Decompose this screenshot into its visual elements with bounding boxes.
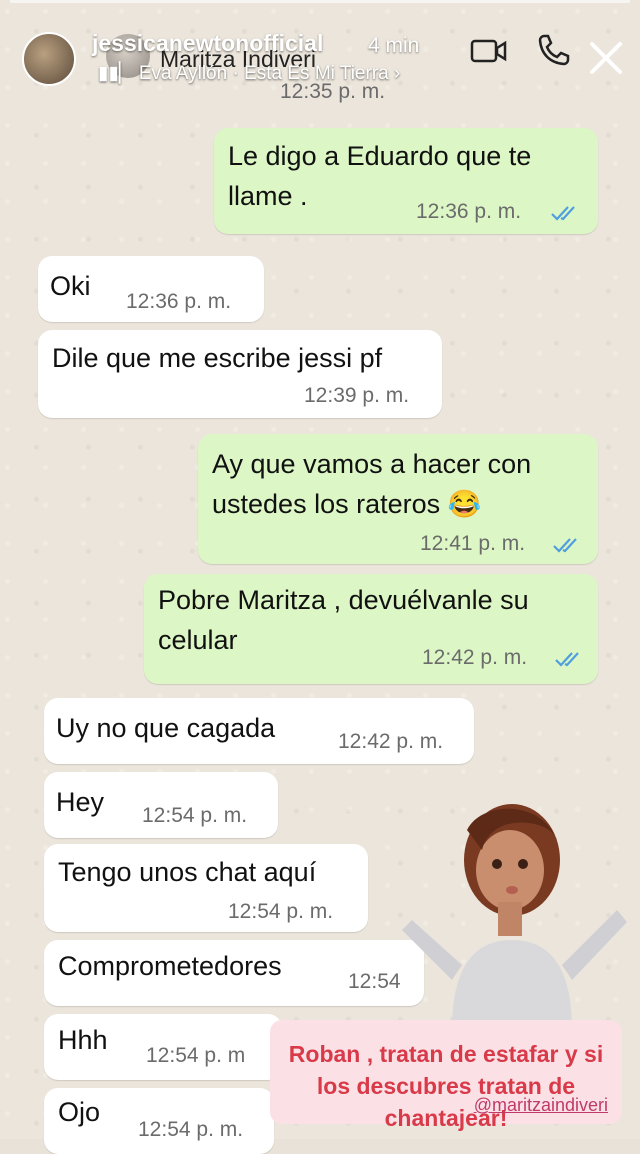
mention-handle[interactable]: @maritzaindiveri [474,1095,608,1116]
caption-sticker[interactable]: Roban , tratan de estafar y si los descu… [270,1020,622,1131]
message-text: Ojo [58,1097,101,1127]
message-text: Uy no que cagada [56,713,276,743]
message-text: Hey [56,787,105,817]
story-avatar[interactable] [22,32,76,86]
read-receipt-icon [555,652,579,667]
message-bubble-outgoing[interactable]: Le digo a Eduardo que te llame . 12:36 p… [214,128,598,234]
music-icon: ▮▮▏ [98,63,134,84]
message-bubble-incoming[interactable]: Tengo unos chat aquí 12:54 p. m. [44,844,368,932]
message-text: Ay que vamos a hacer con ustedes los rat… [212,449,532,519]
message-bubble-outgoing[interactable]: Ay que vamos a hacer con ustedes los rat… [198,434,598,564]
close-icon[interactable] [588,40,624,76]
message-time: 12:36 p. m. [126,290,232,313]
chevron-right-icon: › [394,63,401,84]
message-text: Dile que me escribe jessi pf [52,343,383,373]
video-camera-icon[interactable] [470,36,508,66]
read-receipt-icon [551,206,575,221]
message-bubble-incoming[interactable]: Oki 12:36 p. m. [38,256,264,322]
message-text: Oki [50,271,91,301]
message-time: 12:39 p. m. [304,384,410,407]
message-bubble-incoming[interactable]: Ojo 12:54 p. m. [44,1088,274,1154]
message-bubble-incoming[interactable]: Dile que me escribe jessi pf 12:39 p. m. [38,330,442,418]
read-receipt-icon [553,538,577,553]
message-time: 12:54 p. m. [228,900,334,923]
caption-text: Roban , tratan de estafar y si los descu… [288,1041,604,1131]
message-time: 12:42 p. m. [422,646,528,669]
message-time: 12:35 p. m. [280,80,386,103]
message-text: Comprometedores [58,951,282,981]
message-bubble-incoming[interactable]: Uy no que cagada 12:42 p. m. [44,698,474,764]
message-time: 12:41 p. m. [420,532,526,555]
shrugging-woman-sticker [402,804,627,1030]
story-time: 4 min [368,34,420,57]
message-time: 12:36 p. m. [416,200,522,223]
message-time: 12:54 p. m. [142,804,248,827]
phone-icon[interactable] [536,32,572,68]
message-text: Tengo unos chat aquí [58,857,317,887]
message-time: 12:54 p. m. [138,1118,244,1141]
story-username[interactable]: jessicanewtonofficial [92,30,323,57]
message-bubble-outgoing[interactable]: Pobre Maritza , devuélvanle su celular 1… [144,574,598,684]
message-text: Hhh [58,1025,108,1055]
story-progress-bar [10,0,630,3]
message-bubble-incoming[interactable]: Hey 12:54 p. m. [44,772,278,838]
message-bubble-incoming[interactable]: Hhh 12:54 p. m [44,1014,282,1080]
message-time: 12:42 p. m. [338,730,444,753]
message-bubble-incoming[interactable]: Comprometedores 12:54 [44,940,424,1006]
message-time: 12:54 p. m [146,1044,246,1067]
